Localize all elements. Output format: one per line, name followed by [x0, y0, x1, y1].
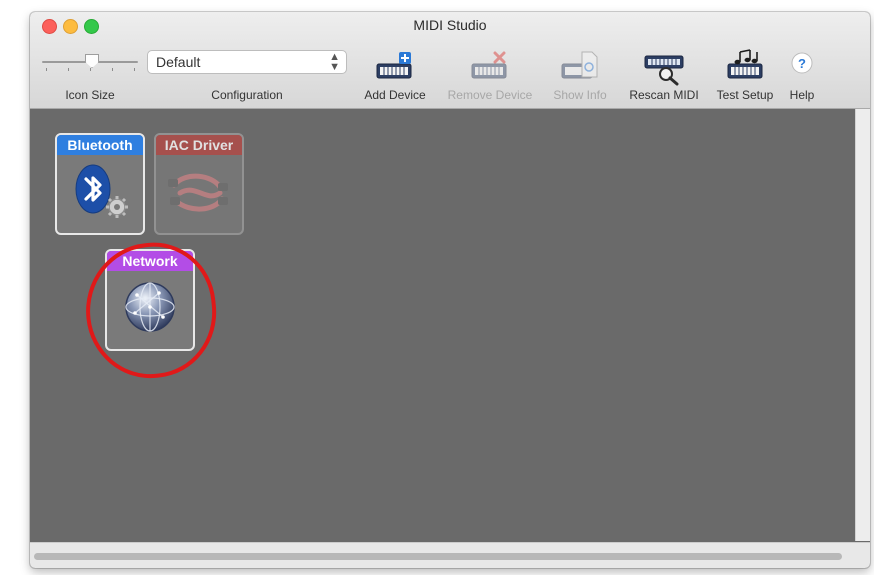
- add-device-button[interactable]: [375, 50, 415, 84]
- help-label: Help: [789, 88, 815, 102]
- remove-device-label: Remove Device: [447, 88, 533, 102]
- configuration-label: Configuration: [211, 88, 283, 102]
- slider-tick: [90, 68, 91, 71]
- chevron-updown-icon: ▲ ▼: [329, 51, 340, 73]
- device-name: Network: [107, 251, 193, 271]
- show-info-icon: [561, 51, 598, 79]
- help-button[interactable]: ?: [787, 50, 817, 84]
- rescan-midi-button[interactable]: [644, 52, 684, 86]
- remove-device-button[interactable]: [470, 50, 510, 84]
- device-name: IAC Driver: [156, 135, 242, 155]
- slider-tick: [46, 68, 47, 71]
- device-name: Bluetooth: [57, 135, 143, 155]
- slider-tick: [68, 68, 69, 71]
- configuration-value: Default: [156, 54, 201, 70]
- slider-thumb[interactable]: [85, 54, 99, 68]
- slider-tick: [134, 68, 135, 71]
- show-info-button[interactable]: [560, 50, 600, 84]
- add-device-label: Add Device: [364, 88, 426, 102]
- iac-driver-icon: [156, 157, 242, 233]
- slider-ticks: [42, 68, 138, 72]
- horizontal-scrollbar[interactable]: [30, 542, 870, 568]
- rescan-midi-label: Rescan MIDI: [629, 88, 699, 102]
- show-info-label: Show Info: [553, 88, 607, 102]
- icon-size-slider[interactable]: [42, 54, 138, 71]
- remove-device-icon: [471, 51, 507, 79]
- help-icon: ?: [791, 52, 813, 74]
- device-network[interactable]: Network: [105, 249, 195, 351]
- window-title: MIDI Studio: [413, 17, 487, 33]
- device-bluetooth[interactable]: Bluetooth: [55, 133, 145, 235]
- network-globe-icon: [107, 273, 193, 349]
- slider-tick: [112, 68, 113, 71]
- vertical-scrollbar[interactable]: [855, 109, 870, 541]
- help-glyph: ?: [798, 56, 806, 71]
- rescan-midi-icon: [644, 55, 684, 86]
- title-bar: MIDI Studio Icon Size Default ▲ ▼ Configu…: [30, 12, 870, 109]
- configuration-select[interactable]: Default ▲ ▼: [147, 50, 347, 74]
- icon-size-label: Icon Size: [65, 88, 115, 102]
- test-setup-label: Test Setup: [716, 88, 774, 102]
- device-iac-driver[interactable]: IAC Driver: [154, 133, 244, 235]
- add-device-icon: [376, 52, 412, 79]
- test-setup-button[interactable]: [726, 48, 766, 82]
- midi-studio-window: MIDI Studio Icon Size Default ▲ ▼ Configu…: [30, 12, 870, 568]
- bluetooth-icon: [57, 157, 143, 233]
- horizontal-scroll-thumb[interactable]: [34, 553, 842, 560]
- test-setup-icon: [727, 49, 763, 79]
